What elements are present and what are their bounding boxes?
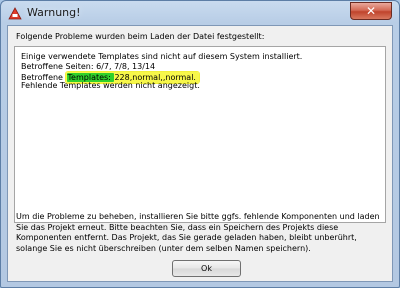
problems-heading: Folgende Probleme wurden beim Laden der … — [16, 32, 265, 41]
warning-dialog-window: Warnung! ✕ Folgende Probleme wurden beim… — [0, 0, 400, 288]
explanation-text: Um die Probleme zu beheben, installieren… — [16, 212, 380, 253]
ok-button[interactable]: Ok — [172, 260, 241, 277]
problems-list[interactable]: Einige verwendete Templates sind nicht a… — [14, 46, 386, 223]
problem-line-4: Fehlende Templates werden nicht angezeig… — [21, 81, 200, 91]
window-title: Warnung! — [27, 6, 81, 19]
dialog-body: Folgende Probleme wurden beim Laden der … — [7, 25, 393, 282]
close-button[interactable]: ✕ — [350, 2, 392, 20]
problem-line-1: Einige verwendete Templates sind nicht a… — [21, 52, 303, 61]
title-bar[interactable]: Warnung! ✕ — [1, 1, 399, 25]
warning-app-icon — [8, 6, 22, 20]
